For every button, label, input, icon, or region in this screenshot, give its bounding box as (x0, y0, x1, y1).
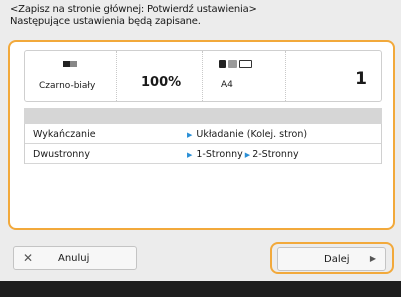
cancel-button-label: Anuluj (58, 253, 90, 264)
next-button-label: Dalej (324, 254, 350, 265)
status-bar (0, 281, 401, 297)
list-header-band (24, 108, 382, 124)
zoom-value: 100% (141, 75, 182, 90)
screen-header: <Zapisz na stronie głównej: Potwierdź us… (10, 4, 394, 28)
list-item: Dwustronny ▶ 1-Stronny ▶ 2-Stronny (25, 144, 381, 164)
paper-source-icon (219, 60, 252, 68)
copies-cell: 1 (286, 51, 381, 101)
paper-size-label: A4 (221, 80, 233, 90)
copies-count: 1 (355, 69, 367, 89)
arrow-right-icon: ▶ (369, 254, 376, 263)
next-button-focus: Dalej ▶ (270, 242, 394, 274)
setting-label: Wykańczanie (33, 129, 96, 140)
close-icon: ✕ (23, 251, 34, 265)
settings-summary: Czarno-biały 100% A4 1 (24, 50, 382, 102)
black-white-icon (63, 61, 77, 67)
settings-panel: Czarno-biały 100% A4 1 Wykańczanie ▶ Ukła… (8, 40, 395, 230)
list-item: Wykańczanie ▶ Układanie (Kolej. stron) (25, 124, 381, 144)
cancel-button[interactable]: ✕ Anuluj (13, 246, 137, 270)
arrow-right-icon: ▶ (187, 131, 193, 139)
arrow-right-icon: ▶ (244, 151, 251, 159)
color-mode-cell: Czarno-biały (25, 51, 117, 101)
setting-value: ▶ Układanie (Kolej. stron) (187, 129, 308, 140)
zoom-cell: 100% (117, 51, 203, 101)
arrow-right-icon: ▶ (187, 151, 193, 159)
paper-cell: A4 (203, 51, 286, 101)
setting-value: ▶ 1-Stronny ▶ 2-Stronny (187, 149, 299, 160)
next-button[interactable]: Dalej ▶ (277, 247, 386, 271)
header-title: <Zapisz na stronie głównej: Potwierdź us… (10, 4, 257, 15)
header-subtitle: Następujące ustawienia będą zapisane. (10, 16, 201, 27)
settings-list: Wykańczanie ▶ Układanie (Kolej. stron) Dw… (24, 124, 382, 164)
color-mode-label: Czarno-biały (39, 81, 96, 91)
setting-label: Dwustronny (33, 149, 90, 160)
